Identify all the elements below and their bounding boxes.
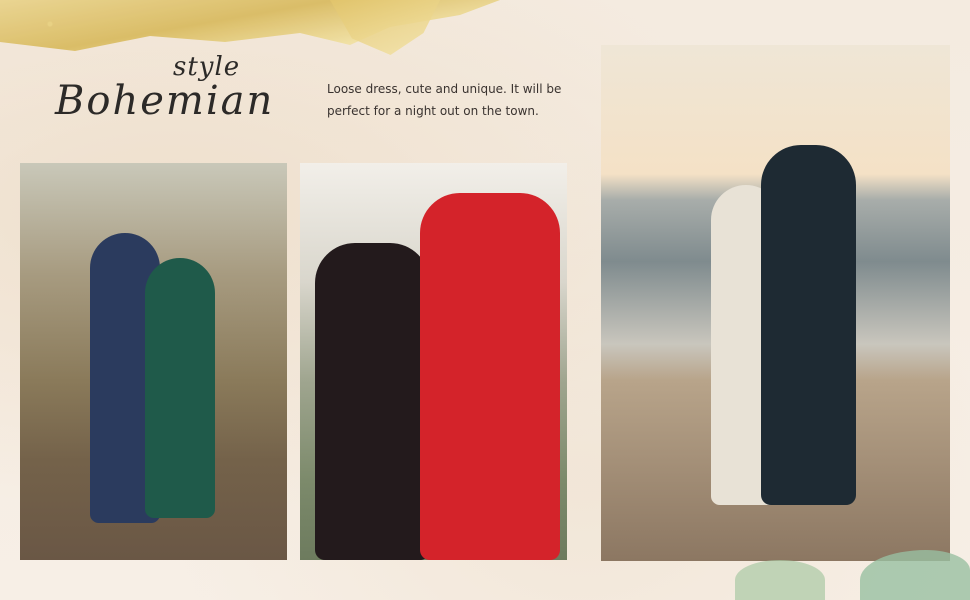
title-main: Bohemian: [55, 78, 275, 124]
person-figure: [315, 243, 430, 560]
photo-couple-on-beach: [601, 45, 950, 561]
photo-couple-in-woods: [20, 163, 287, 560]
person-figure: [761, 145, 856, 505]
person-figure: [420, 193, 560, 560]
description-text: Loose dress, cute and unique. It will be…: [327, 82, 562, 118]
title-block: style Bohemian: [55, 50, 285, 140]
leaf-decoration: [735, 560, 825, 600]
photo-couple-at-gate: [300, 163, 567, 560]
person-figure: [145, 258, 215, 518]
